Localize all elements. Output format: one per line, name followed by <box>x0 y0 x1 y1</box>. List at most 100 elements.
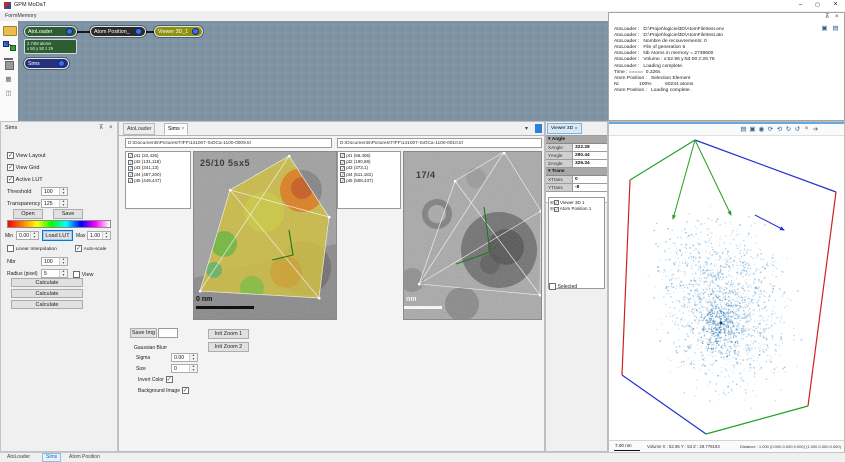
spin-x-icon[interactable]: ↻ <box>784 124 793 133</box>
transparency-stepper[interactable]: 125 ▲ ▼ <box>41 199 68 208</box>
viewport-canvas[interactable] <box>609 135 844 440</box>
node-link-icon[interactable] <box>3 41 16 51</box>
right-tem-image[interactable]: 17/4 nm <box>403 151 542 320</box>
sigma-value[interactable]: 0.00 <box>172 354 189 361</box>
node-port-icon[interactable] <box>66 28 73 35</box>
node-atoloader[interactable]: AtoLoader <box>24 26 77 37</box>
save-button[interactable]: Save <box>53 209 83 219</box>
stepper-arrows[interactable]: ▲ ▼ <box>189 365 197 372</box>
down-arrow-icon[interactable]: ▼ <box>190 357 197 362</box>
point-row[interactable]: pt5 (508,437) <box>340 178 398 184</box>
property-value[interactable]: 326.34 <box>573 160 607 167</box>
down-arrow-icon[interactable]: ▼ <box>103 235 110 240</box>
grid-view-icon[interactable]: ▦ <box>4 74 13 83</box>
selected-checkbox[interactable]: Selected <box>549 283 577 290</box>
sigma-stepper[interactable]: 0.00 ▲ ▼ <box>171 353 198 362</box>
property-row[interactable]: XAngle 322.28 <box>546 144 607 152</box>
property-value[interactable]: 322.28 <box>573 144 607 151</box>
clear-icon[interactable]: × <box>802 124 811 133</box>
down-arrow-icon[interactable]: ▼ <box>60 273 67 278</box>
calculate-button-1[interactable]: Calculate <box>11 278 83 287</box>
maximize-button[interactable]: ▢ <box>809 0 826 11</box>
node-sims[interactable]: Sims <box>24 58 69 69</box>
right-image-path-input[interactable] <box>337 138 542 148</box>
stepper-arrows[interactable]: ▲ ▼ <box>59 200 67 207</box>
rotate-ccw-icon[interactable]: ⟲ <box>775 124 784 133</box>
property-row[interactable]: YAngle 290.44 <box>546 152 607 160</box>
down-arrow-icon[interactable]: ▼ <box>60 191 67 196</box>
open-folder-icon[interactable] <box>3 26 17 36</box>
property-row[interactable]: ZAngle 326.34 <box>546 160 607 168</box>
scene-tree[interactable]: ⊞ Viewer 3D 1 ⊞ Atom Position 1 <box>548 197 605 289</box>
max-stepper[interactable]: 1.00 ▲ ▼ <box>87 231 111 240</box>
close-panel-icon[interactable]: × <box>835 13 839 21</box>
linear-interpolation-checkbox[interactable]: Linear Interpolation <box>7 245 57 252</box>
property-row[interactable]: YTrans -8 <box>546 184 607 192</box>
down-arrow-icon[interactable]: ▼ <box>31 235 38 240</box>
menu-formmemory[interactable]: FormMemory <box>5 13 37 19</box>
bottom-tab-atom-position[interactable]: Atom Position <box>66 454 103 460</box>
save-img-button[interactable]: Save Img <box>130 328 157 338</box>
tab-list-caret-icon[interactable]: ▾ <box>525 125 528 133</box>
open-button[interactable]: Open <box>13 209 43 219</box>
tree-item-atom-position[interactable]: ⊞ Atom Position 1 <box>550 206 603 212</box>
property-group-trans[interactable]: ▾ Trans <box>546 168 607 176</box>
split-view-icon[interactable]: ◫ <box>4 88 13 97</box>
center-view-icon[interactable]: ◉ <box>757 124 766 133</box>
node-viewer3d[interactable]: Viewer 3D_1 <box>154 26 203 37</box>
pin-icon[interactable]: ⊼ <box>825 13 829 21</box>
spin-y-icon[interactable]: ↺ <box>793 124 802 133</box>
radius-stepper[interactable]: 5 ▲ ▼ <box>41 269 68 278</box>
left-point-list[interactable]: pt1 (22,426) pt2 (131,118) pt3 (341,13) … <box>125 151 191 209</box>
nbr-stepper[interactable]: 100 ▲ ▼ <box>41 257 68 266</box>
auto-scale-checkbox[interactable]: Auto-scale <box>75 245 106 252</box>
stepper-arrows[interactable]: ▲ ▼ <box>59 270 67 277</box>
pin-icon[interactable]: ⊼ <box>99 124 103 132</box>
max-value[interactable]: 1.00 <box>88 232 102 239</box>
view-grid-checkbox[interactable]: View Grid <box>7 164 39 171</box>
property-value[interactable]: -8 <box>573 184 607 191</box>
down-arrow-icon[interactable]: ▼ <box>190 368 197 373</box>
property-value[interactable]: 0 <box>573 176 607 183</box>
background-image-checkbox[interactable]: Background Image <box>138 387 189 394</box>
close-button[interactable]: × <box>826 0 845 11</box>
save-view-icon[interactable]: ▤ <box>739 124 748 133</box>
nbr-value[interactable]: 100 <box>42 258 59 265</box>
save-img-field[interactable] <box>158 328 178 338</box>
calculate-button-2[interactable]: Calculate <box>11 289 83 298</box>
right-point-list[interactable]: pt1 (56,406) pt2 (190,88) pt3 (373,1) pt… <box>337 151 401 209</box>
snapshot-icon[interactable]: ▣ <box>748 124 757 133</box>
property-value[interactable]: 290.44 <box>573 152 607 159</box>
property-group-angle[interactable]: ▾ Angle <box>546 136 607 144</box>
close-panel-icon[interactable]: × <box>109 124 113 132</box>
node-port-icon[interactable] <box>192 28 199 35</box>
play-icon[interactable]: ➔ <box>811 124 820 133</box>
down-arrow-icon[interactable]: ▼ <box>60 203 67 208</box>
calculate-button-3[interactable]: Calculate <box>11 300 83 309</box>
size-stepper[interactable]: 0 ▲ ▼ <box>171 364 198 373</box>
node-port-icon[interactable] <box>135 28 142 35</box>
min-value[interactable]: 0.00 <box>17 232 30 239</box>
stepper-arrows[interactable]: ▲ ▼ <box>30 232 38 239</box>
size-value[interactable]: 0 <box>172 365 189 372</box>
left-image-path-input[interactable] <box>125 138 332 148</box>
minimize-button[interactable]: – <box>792 0 809 11</box>
down-arrow-icon[interactable]: ▼ <box>60 261 67 266</box>
stepper-arrows[interactable]: ▲ ▼ <box>59 258 67 265</box>
load-lut-button[interactable]: Load LUT <box>42 230 73 241</box>
init-zoom-2-button[interactable]: Init Zoom 2 <box>208 342 249 352</box>
tab-close-icon[interactable]: × <box>181 126 184 132</box>
stepper-arrows[interactable]: ▲ ▼ <box>59 188 67 195</box>
stepper-arrows[interactable]: ▲ ▼ <box>102 232 110 239</box>
property-row[interactable]: XTrans 0 <box>546 176 607 184</box>
tab-viewer3d[interactable]: Viewer 3D × <box>547 123 582 134</box>
threshold-value[interactable]: 100 <box>42 188 59 195</box>
stepper-arrows[interactable]: ▲ ▼ <box>189 354 197 361</box>
min-stepper[interactable]: 0.00 ▲ ▼ <box>16 231 39 240</box>
radius-value[interactable]: 5 <box>42 270 59 277</box>
transparency-value[interactable]: 125 <box>42 200 59 207</box>
active-lut-checkbox[interactable]: Active LUT <box>7 176 43 183</box>
threshold-stepper[interactable]: 100 ▲ ▼ <box>41 187 68 196</box>
rotate-cw-icon[interactable]: ⟳ <box>766 124 775 133</box>
trash-icon[interactable] <box>4 58 14 70</box>
